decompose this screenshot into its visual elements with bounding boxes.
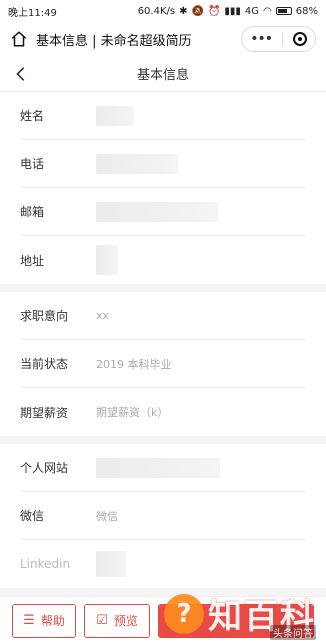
row-wechat[interactable]: 微信 微信	[20, 492, 306, 540]
preview-label: 预览	[113, 614, 138, 628]
field-label: 地址	[20, 253, 45, 268]
network-speed: 60.4K/s	[137, 5, 176, 17]
current-status-value[interactable]: 2019 本科毕业	[96, 356, 172, 372]
preview-button[interactable]: ☑ 预览	[84, 603, 150, 638]
row-address[interactable]: 地址	[20, 236, 306, 284]
miniapp-title: 基本信息 | 未命名超级简历	[36, 33, 192, 49]
back-icon[interactable]	[12, 64, 30, 84]
field-label: 微信	[20, 509, 45, 523]
save-button[interactable]	[158, 603, 314, 638]
section-job: 求职意向 xx 当前状态 2019 本科毕业 期望薪资 期望薪资（k）	[0, 292, 326, 436]
section-social: 个人网站 微信 微信 Linkedin	[0, 444, 326, 588]
website-value-redacted[interactable]	[96, 457, 220, 478]
help-label: 帮助	[40, 614, 65, 628]
mute-icon: 🔕	[191, 5, 204, 17]
wifi-icon: ◠	[263, 5, 272, 17]
page-title: 基本信息	[136, 68, 189, 83]
field-label: 个人网站	[20, 461, 69, 475]
alarm-icon: ⏰	[207, 5, 221, 17]
section-contact: 姓名 电话 邮箱 地址	[0, 92, 326, 284]
checkbox-icon: ☑	[96, 613, 108, 628]
email-value-redacted[interactable]	[96, 201, 218, 222]
wechat-value[interactable]: 微信	[96, 508, 118, 524]
row-website[interactable]: 个人网站	[20, 444, 306, 492]
signal-icon: ▮▮▮	[224, 5, 241, 17]
row-name[interactable]: 姓名	[20, 92, 306, 140]
status-icons: 60.4K/s ✱ 🔕 ⏰ ▮▮▮ 4G ◠ 68%	[138, 6, 318, 17]
field-label: 电话	[20, 157, 45, 171]
list-icon: ☰	[23, 613, 35, 628]
nav-bar: 基本信息	[0, 56, 326, 92]
expected-salary-value[interactable]: 期望薪资（k）	[96, 404, 168, 420]
form-content: 姓名 电话 邮箱 地址 求职意向 xx 当前状态 2019 本科毕业 期望薪资 …	[0, 92, 326, 596]
miniapp-header: 基本信息 | 未命名超级简历 •••	[0, 22, 326, 56]
help-button[interactable]: ☰ 帮助	[12, 603, 76, 638]
field-label: 邮箱	[20, 205, 45, 219]
status-bar: 晚上11:49 60.4K/s ✱ 🔕 ⏰ ▮▮▮ 4G ◠ 68%	[0, 0, 326, 22]
battery-level: 68%	[295, 5, 318, 17]
row-current-status[interactable]: 当前状态 2019 本科毕业	[20, 340, 306, 388]
linkedin-value-redacted[interactable]	[96, 551, 126, 577]
more-icon[interactable]: •••	[250, 32, 273, 46]
capsule-divider	[282, 32, 283, 46]
field-label: 当前状态	[20, 357, 69, 371]
status-time: 晚上11:49	[8, 7, 57, 19]
row-email[interactable]: 邮箱	[20, 188, 306, 236]
field-label: Linkedin	[20, 557, 71, 571]
row-linkedin[interactable]: Linkedin	[20, 540, 306, 588]
field-label: 求职意向	[20, 309, 69, 323]
battery-icon	[275, 7, 292, 15]
footer-bar: ☰ 帮助 ☑ 预览	[0, 596, 326, 644]
row-expected-salary[interactable]: 期望薪资 期望薪资（k）	[20, 388, 306, 436]
phone-value-redacted[interactable]	[96, 153, 178, 174]
miniapp-capsule: •••	[241, 26, 316, 52]
close-miniapp-icon[interactable]	[293, 32, 307, 46]
field-label: 姓名	[20, 109, 45, 123]
row-job-intent[interactable]: 求职意向 xx	[20, 292, 306, 340]
home-icon[interactable]	[10, 30, 28, 48]
address-value-redacted[interactable]	[96, 245, 118, 275]
bluetooth-icon: ✱	[179, 5, 188, 17]
network-type: 4G	[244, 5, 260, 17]
job-intent-value[interactable]: xx	[96, 309, 109, 322]
row-phone[interactable]: 电话	[20, 140, 306, 188]
name-value-redacted[interactable]	[96, 105, 134, 126]
field-label: 期望薪资	[20, 405, 69, 420]
